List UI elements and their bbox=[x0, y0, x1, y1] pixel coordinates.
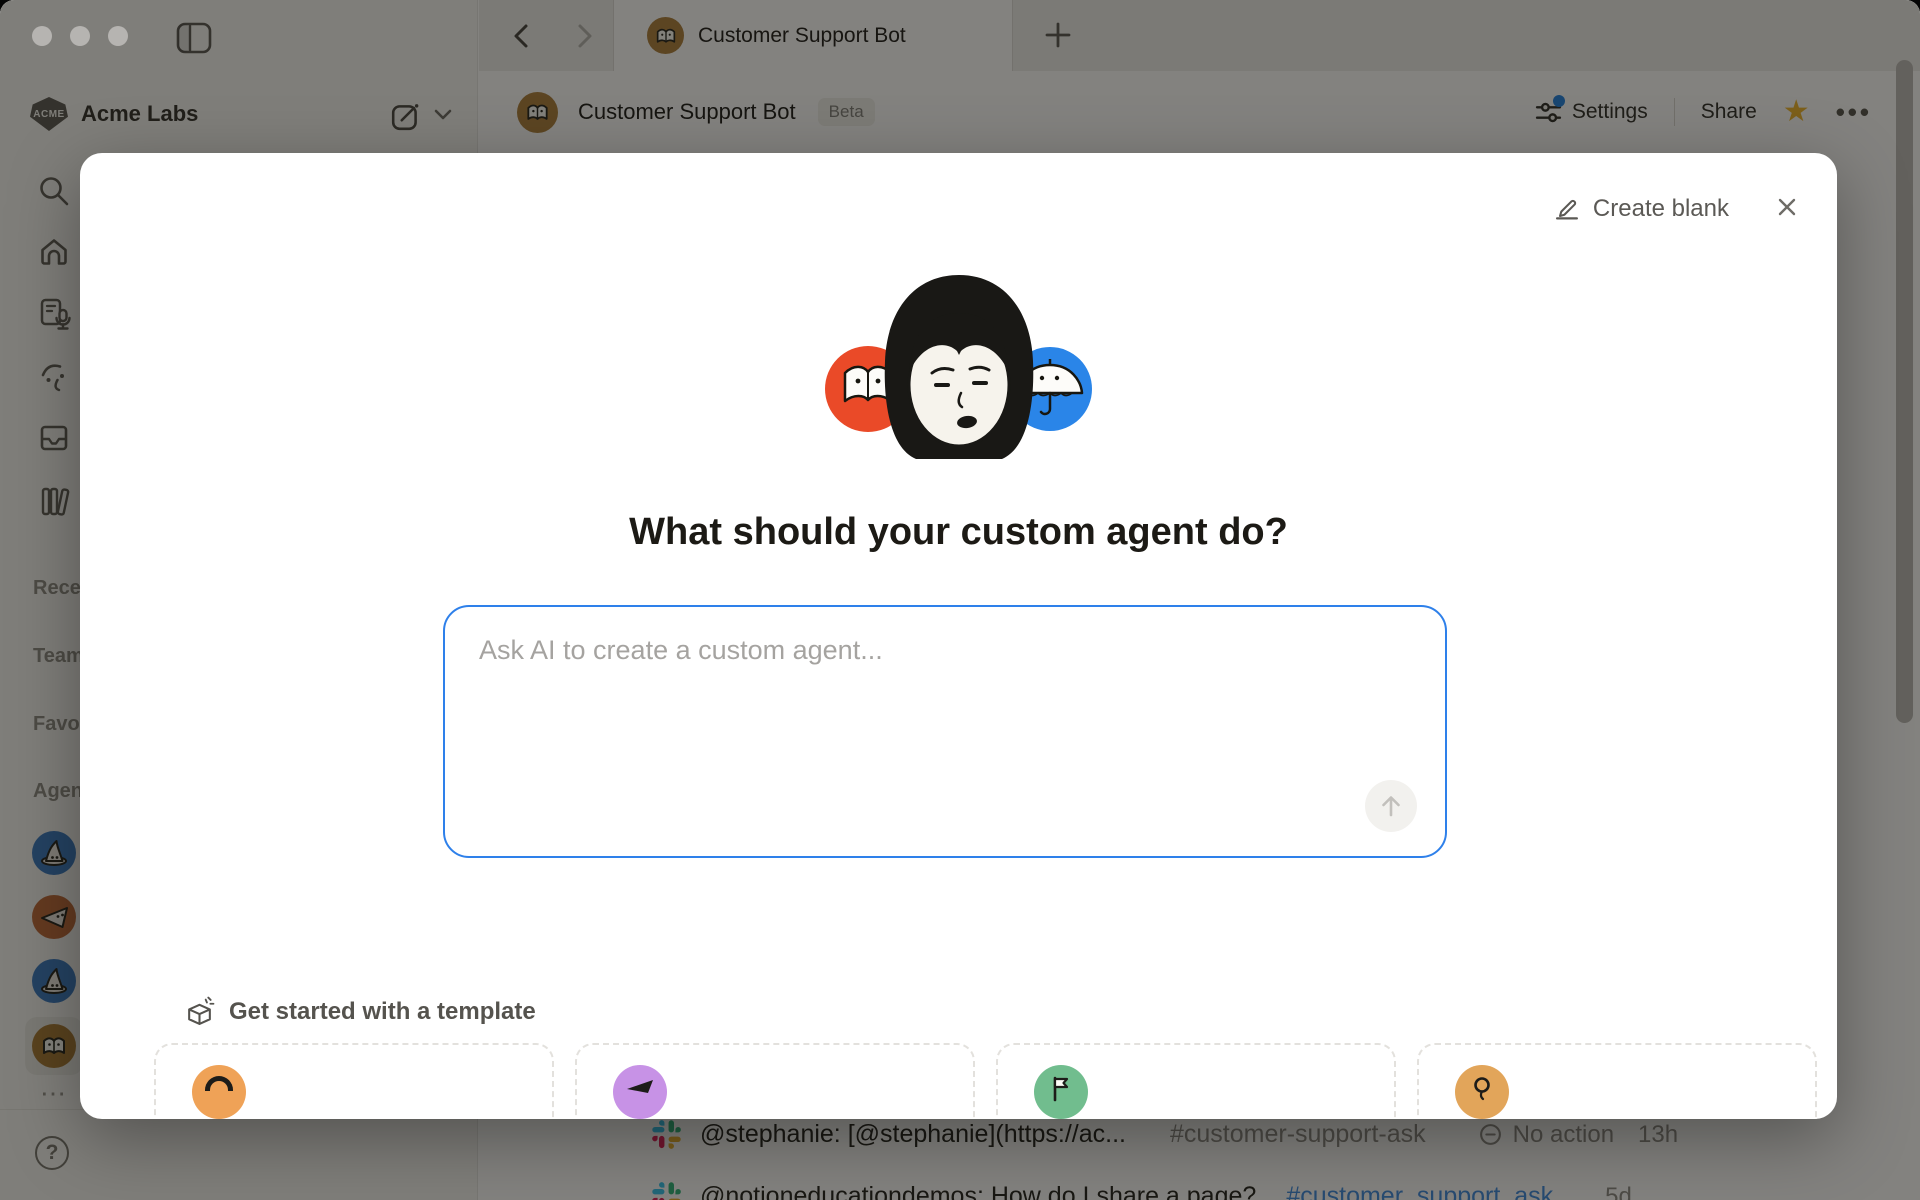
templates-heading: Get started with a template bbox=[184, 996, 536, 1027]
prompt-input-wrapper bbox=[443, 605, 1447, 858]
app-screen: ACME Acme Labs Recents Teamspaces bbox=[0, 0, 1920, 1200]
template-card[interactable] bbox=[154, 1043, 554, 1119]
pencil-line-icon bbox=[1554, 195, 1581, 222]
arrow-up-icon bbox=[1376, 791, 1406, 821]
create-blank-button[interactable]: Create blank bbox=[1554, 195, 1729, 223]
submit-prompt-button[interactable] bbox=[1365, 780, 1417, 832]
close-icon[interactable] bbox=[1773, 193, 1801, 224]
modal-heading: What should your custom agent do? bbox=[80, 511, 1837, 554]
traffic-lights bbox=[32, 26, 128, 46]
agent-illustration bbox=[824, 261, 1094, 476]
template-icon-arch bbox=[192, 1065, 246, 1119]
template-card[interactable] bbox=[1417, 1043, 1817, 1119]
zoom-window-button[interactable] bbox=[108, 26, 128, 46]
create-agent-modal: Create blank bbox=[80, 153, 1837, 1119]
agent-prompt-input[interactable] bbox=[445, 607, 1445, 856]
close-window-button[interactable] bbox=[32, 26, 52, 46]
app-window: ACME Acme Labs Recents Teamspaces bbox=[0, 0, 1920, 1200]
template-card[interactable] bbox=[996, 1043, 1396, 1119]
template-icon-paper-plane bbox=[613, 1065, 667, 1119]
template-icon-flag bbox=[1034, 1065, 1088, 1119]
template-card[interactable] bbox=[575, 1043, 975, 1119]
template-icon-balloon bbox=[1455, 1065, 1509, 1119]
template-box-icon bbox=[184, 996, 215, 1027]
minimize-window-button[interactable] bbox=[70, 26, 90, 46]
